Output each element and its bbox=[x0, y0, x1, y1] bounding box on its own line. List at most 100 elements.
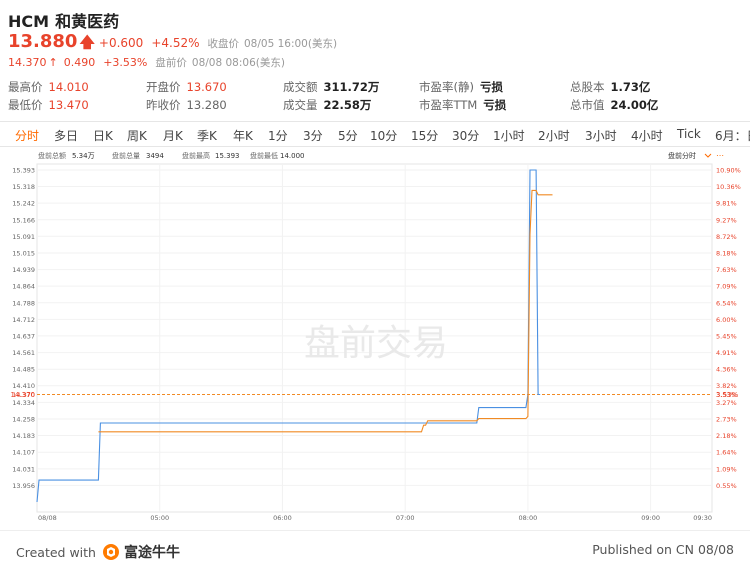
y-tick-left: 15.318 bbox=[12, 183, 35, 191]
chart-svg: 盘前总额 5.34万 盘前总量 3494 盘前最高 15.393 盘前最低 14… bbox=[11, 151, 741, 522]
x-tick: 05:00 bbox=[150, 514, 169, 522]
stat-pe-static: 市盈率(静) 亏损 bbox=[419, 80, 503, 94]
y-axis-left: 15.393 15.318 15.242 15.166 15.091 15.015 14.9… bbox=[12, 167, 35, 490]
y-tick-left: 14.788 bbox=[12, 299, 35, 307]
premarket-row: 14.370 ↑ 0.490 +3.53% 盘前价 08/08 08:06(美东… bbox=[8, 55, 285, 70]
y-tick-right: 1.64% bbox=[716, 449, 737, 457]
x-tick: 09:00 bbox=[641, 514, 660, 522]
stock-title: HCM 和黄医药 bbox=[8, 8, 119, 32]
y-tick-right: 3.27% bbox=[716, 399, 737, 407]
mode-more-icon[interactable]: ⋯ bbox=[716, 151, 724, 160]
published-date: Published on CN 08/08 bbox=[592, 542, 734, 557]
chart-watermark: 盘前交易 bbox=[304, 323, 448, 364]
tab-tick[interactable]: Tick bbox=[677, 127, 701, 141]
y-tick-right: 7.63% bbox=[716, 266, 737, 274]
x-tick: 08/08 bbox=[38, 514, 57, 522]
tab-15min[interactable]: 15分 bbox=[411, 127, 438, 144]
y-axis-right: 10.90% 10.36% 9.81% 9.27% 8.72% 8.18% 7.63% 7.0… bbox=[716, 167, 741, 490]
y-tick-right: 9.27% bbox=[716, 216, 737, 224]
chart-mode-label: 盘前分时 bbox=[668, 151, 696, 160]
y-tick-right: 9.81% bbox=[716, 200, 737, 208]
y-tick-left: 14.410 bbox=[12, 382, 35, 390]
y-tick-right: 1.09% bbox=[716, 465, 737, 473]
y-tick-left: 14.183 bbox=[12, 432, 35, 440]
chart-info-high-value: 15.393 bbox=[215, 152, 240, 160]
tab-2hour[interactable]: 2小时 bbox=[538, 127, 570, 144]
chart-info-low-value: 14.000 bbox=[280, 152, 305, 160]
tab-1hour[interactable]: 1小时 bbox=[493, 127, 525, 144]
premarket-price: 14.370 bbox=[8, 56, 47, 69]
chart-info-high-label: 盘前最高 bbox=[182, 151, 210, 160]
current-price-tag: 14.370 bbox=[11, 391, 36, 399]
y-tick-left: 15.091 bbox=[12, 233, 35, 241]
stat-volume: 成交量 22.58万 bbox=[283, 98, 372, 112]
intraday-chart[interactable]: 盘前总额 5.34万 盘前总量 3494 盘前最高 15.393 盘前最低 14… bbox=[0, 150, 750, 528]
stat-low: 最低价 13.470 bbox=[8, 98, 89, 112]
y-tick-left: 14.258 bbox=[12, 416, 35, 424]
y-tick-right: 8.72% bbox=[716, 233, 737, 241]
y-tick-right: 4.91% bbox=[716, 349, 737, 357]
price-change-pct: +4.52% bbox=[151, 36, 200, 50]
y-tick-left: 13.956 bbox=[12, 482, 35, 490]
x-tick: 09:30 bbox=[693, 514, 712, 522]
tab-4hour[interactable]: 4小时 bbox=[631, 127, 663, 144]
series-line-average bbox=[98, 189, 553, 433]
y-tick-right: 6.54% bbox=[716, 299, 737, 307]
chart-info-qty-label: 盘前总量 bbox=[112, 151, 140, 160]
y-tick-left: 15.015 bbox=[12, 249, 35, 257]
tab-10min[interactable]: 10分 bbox=[370, 127, 397, 144]
arrow-up-icon: 🡅 bbox=[79, 33, 95, 51]
x-tick: 07:00 bbox=[396, 514, 415, 522]
y-tick-left: 14.107 bbox=[12, 449, 35, 457]
y-tick-left: 14.864 bbox=[12, 283, 35, 291]
y-tick-right: 5.45% bbox=[716, 332, 737, 340]
tab-daily-k[interactable]: 日K bbox=[93, 127, 113, 144]
footer-created: Created with 富途牛牛 bbox=[16, 542, 180, 562]
chart-info-low-label: 盘前最低 bbox=[250, 151, 278, 160]
y-tick-right: 7.09% bbox=[716, 283, 737, 291]
premarket-change: 0.490 bbox=[63, 56, 96, 69]
y-tick-left: 14.939 bbox=[12, 266, 35, 274]
y-tick-left: 15.242 bbox=[12, 200, 35, 208]
y-tick-right: 2.73% bbox=[716, 416, 737, 424]
tab-monthly-k[interactable]: 月K bbox=[163, 127, 183, 144]
tab-3min[interactable]: 3分 bbox=[303, 127, 323, 144]
x-tick: 08:00 bbox=[519, 514, 538, 522]
y-tick-right: 8.18% bbox=[716, 249, 737, 257]
tab-30min[interactable]: 30分 bbox=[452, 127, 479, 144]
y-tick-left: 14.334 bbox=[12, 399, 35, 407]
y-tick-left: 14.637 bbox=[12, 332, 35, 340]
stat-high: 最高价 14.010 bbox=[8, 80, 89, 94]
chart-info-vol-label: 盘前总额 bbox=[38, 151, 66, 160]
tab-quarterly-k[interactable]: 季K bbox=[197, 127, 217, 144]
created-with-text: Created with bbox=[16, 544, 96, 560]
price-change: +0.600 bbox=[98, 36, 144, 50]
x-axis: 08/08 05:00 06:00 07:00 08:00 09:00 09:30 bbox=[38, 514, 712, 522]
y-tick-left: 15.393 bbox=[12, 167, 35, 175]
quote-row: 13.880 🡅 +0.600 +4.52% 收盘价 08/05 16:00(美… bbox=[8, 31, 337, 57]
tab-yearly-k[interactable]: 年K bbox=[233, 127, 253, 144]
stat-turnover: 成交额 311.72万 bbox=[283, 80, 380, 94]
stock-name: 和黄医药 bbox=[55, 12, 120, 31]
close-label: 收盘价 bbox=[207, 38, 240, 50]
y-tick-right: 3.82% bbox=[716, 382, 737, 390]
tab-5min[interactable]: 5分 bbox=[338, 127, 358, 144]
y-tick-left: 14.031 bbox=[12, 465, 35, 473]
stat-market-cap: 总市值 24.00亿 bbox=[570, 98, 659, 112]
y-tick-right: 10.90% bbox=[716, 167, 741, 175]
tab-multi-day[interactable]: 多日 bbox=[54, 127, 78, 144]
y-tick-right: 2.18% bbox=[716, 432, 737, 440]
mode-dropdown-icon[interactable] bbox=[704, 153, 712, 158]
stat-shares: 总股本 1.73亿 bbox=[570, 80, 651, 94]
tab-3hour[interactable]: 3小时 bbox=[585, 127, 617, 144]
premarket-label: 盘前价 bbox=[155, 57, 187, 69]
current-pct-tag: 3.53% bbox=[716, 391, 739, 399]
chart-info-qty-value: 3494 bbox=[146, 152, 164, 160]
tab-weekly-k[interactable]: 周K bbox=[127, 127, 147, 144]
arrow-up-small-icon: ↑ bbox=[48, 56, 58, 69]
tab-1min[interactable]: 1分 bbox=[268, 127, 288, 144]
footer: Created with 富途牛牛 Published on CN 08/08 bbox=[0, 530, 750, 567]
tab-6month-daily[interactable]: 6月：日 bbox=[715, 127, 750, 144]
stat-pe-ttm: 市盈率TTM 亏损 bbox=[419, 98, 507, 112]
tab-intraday[interactable]: 分时 bbox=[15, 127, 39, 144]
